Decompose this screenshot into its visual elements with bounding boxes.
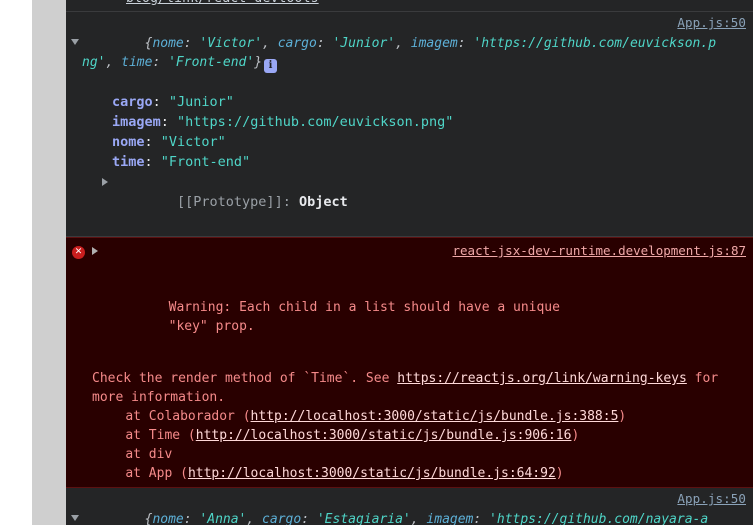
property-key: cargo [112,94,153,110]
left-gutter-gray [32,0,66,525]
disclosure-triangle-expanded[interactable] [71,39,79,45]
stack-frame-label: at Time ( [94,428,196,443]
preview-key: nome [152,36,184,51]
warning-headline: Warning: Each child in a list should hav… [168,300,568,334]
stack-frame-suffix: ) [618,409,627,424]
preview-key: cargo [277,36,317,51]
property-value: "https://github.com/euvickson.png" [177,114,454,130]
property-value: "Victor" [160,134,226,150]
stack-frame-link[interactable]: http://localhost:3000/static/js/bundle.j… [196,428,572,443]
object-preview[interactable]: {nome: 'Victor', cargo: 'Junior', imagem… [66,15,753,92]
object-property-row: imagem: "https://github.com/euvickson.pn… [112,114,454,130]
preview-value: 'Estagiaria' [316,512,411,525]
preview-key: imagem [410,36,458,51]
stack-frame-label: at App ( [94,466,188,481]
left-gutter-white [0,0,32,525]
warning-docs-link[interactable]: https://reactjs.org/link/warning-keys [397,371,687,386]
stack-frame-label: at div [94,447,173,462]
close-brace: } [254,55,263,70]
prototype-value: Object [298,194,348,210]
preview-value: 'Front-end' [168,55,255,70]
console-output[interactable]: blog/link/react-devtools App.js:50 {nome… [66,0,753,525]
preview-value: 'Junior' [332,36,396,51]
preview-value: 'Anna' [199,512,247,525]
console-log-entry[interactable]: App.js:50 {nome: 'Victor', cargo: 'Junio… [66,12,753,237]
disclosure-triangle-collapsed[interactable] [92,247,98,255]
stack-frame: at div [66,445,753,464]
clipped-previous-entry: blog/link/react-devtools [66,0,753,12]
stack-frame-link[interactable]: http://localhost:3000/static/js/bundle.j… [251,409,619,424]
property-key: time [112,154,145,170]
object-property-row: nome: "Victor" [112,134,226,150]
stack-frame-suffix: ) [571,428,580,443]
stack-frame-link[interactable]: http://localhost:3000/static/js/bundle.j… [188,466,556,481]
disclosure-triangle-expanded[interactable] [71,515,79,521]
property-key: imagem [112,114,161,130]
stack-frame-suffix: ) [555,466,564,481]
info-badge-icon[interactable]: i [264,59,278,73]
property-key: nome [112,134,145,150]
preview-key: time [121,55,153,70]
console-log-entry[interactable]: App.js:50 {nome: 'Anna', cargo: 'Estagia… [66,488,753,525]
property-value: "Front-end" [160,154,251,170]
clipped-link-text[interactable]: blog/link/react-devtools [126,0,319,6]
stack-frame: at App (http://localhost:3000/static/js/… [66,464,753,483]
object-property-row: cargo: "Junior" [112,94,234,110]
disclosure-triangle-collapsed[interactable] [102,178,108,186]
preview-value: 'Victor' [199,36,263,51]
preview-key: nome [152,512,184,525]
stack-frame-label: at Colaborador ( [94,409,251,424]
stack-frame: at Colaborador (http://localhost:3000/st… [66,407,753,426]
warning-check-prefix: Check the render method of `Time`. See [92,371,398,386]
warning-detail-row: Check the render method of `Time`. See h… [66,369,753,407]
prototype-label: [[Prototype]] [177,194,283,210]
warning-headline-row: react-jsx-dev-runtime.development.js:87 … [66,241,753,355]
console-warning-entry[interactable]: ✕ react-jsx-dev-runtime.development.js:8… [66,237,753,488]
object-preview[interactable]: {nome: 'Anna', cargo: 'Estagiaria', imag… [66,491,753,525]
object-property-row: time: "Front-end" [112,154,251,170]
preview-key: imagem [426,512,474,525]
prototype-row[interactable]: [[Prototype]]: Object [66,172,753,232]
stack-frame: at Time (http://localhost:3000/static/js… [66,426,753,445]
warning-source-link[interactable]: react-jsx-dev-runtime.development.js:87 [453,241,747,260]
property-value: "Junior" [168,94,234,110]
devtools-console-panel: blog/link/react-devtools App.js:50 {nome… [0,0,753,525]
preview-key: cargo [262,512,302,525]
